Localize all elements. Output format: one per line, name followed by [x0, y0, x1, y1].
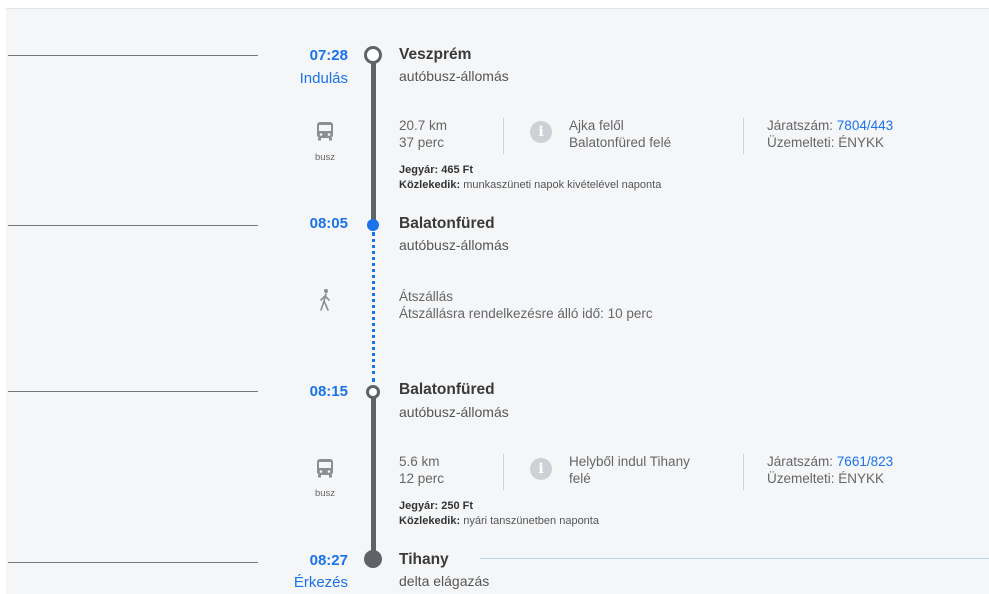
transfer-title: Átszállás — [399, 289, 454, 304]
leg-duration: 37 perc — [399, 135, 445, 150]
route-number-link[interactable]: 7661/823 — [837, 454, 893, 469]
direction-to: Balatonfüred felé — [569, 135, 672, 150]
route-info: Járatszám: 7661/823 — [767, 454, 894, 469]
direction-to: felé — [569, 471, 591, 486]
walk-icon — [320, 289, 330, 311]
stop-name[interactable]: Tihany — [399, 551, 449, 569]
bus-route-line — [371, 62, 376, 224]
departure-time: 08:15 — [309, 383, 348, 400]
service-info: Közlekedik: nyári tanszünetben naponta — [399, 515, 599, 527]
stop-node-transfer — [367, 219, 379, 231]
stop-node-arrival — [364, 550, 382, 568]
direction-from: Ajka felől — [569, 118, 624, 133]
info-icon[interactable]: i — [530, 458, 552, 480]
stop-name[interactable]: Balatonfüred — [399, 215, 495, 233]
divider — [503, 454, 504, 490]
mode-label: busz — [314, 152, 336, 163]
arrival-label: Érkezés — [293, 574, 348, 591]
journey-panel — [6, 8, 989, 594]
stop-node-transfer — [366, 385, 380, 399]
stop-node-departure — [364, 46, 382, 64]
stop-subtitle: delta elágazás — [399, 573, 490, 589]
walk-transfer-line — [372, 232, 375, 382]
departure-time: 07:28 — [309, 47, 348, 64]
operator: Üzemelteti: ÉNYKK — [767, 135, 885, 150]
transfer-detail: Átszállásra rendelkezésre álló idő: 10 p… — [399, 306, 653, 321]
divider — [743, 118, 744, 154]
separator-line — [8, 562, 258, 563]
fare-info: Jegyár: 465 Ft — [399, 164, 473, 176]
arrival-time: 08:05 — [309, 215, 348, 232]
divider — [503, 118, 504, 154]
stop-name[interactable]: Balatonfüred — [399, 381, 495, 399]
stop-subtitle: autóbusz-állomás — [399, 68, 509, 84]
departure-label: Indulás — [299, 70, 348, 87]
separator-line — [8, 55, 258, 56]
direction-from: Helyből indul Tihany — [569, 454, 690, 469]
separator-line — [8, 225, 258, 226]
mode-label: busz — [314, 488, 336, 499]
separator-line — [8, 391, 258, 392]
leg-duration: 12 perc — [399, 471, 445, 486]
bus-icon — [317, 459, 333, 478]
stop-subtitle: autóbusz-állomás — [399, 237, 509, 253]
bus-icon — [317, 122, 333, 141]
bus-route-line — [371, 398, 376, 558]
leg-distance: 20.7 km — [399, 118, 448, 133]
fare-info: Jegyár: 250 Ft — [399, 500, 473, 512]
arrival-time: 08:27 — [309, 552, 348, 569]
stop-subtitle: autóbusz-állomás — [399, 404, 509, 420]
separator-line — [480, 558, 989, 559]
info-icon[interactable]: i — [530, 121, 552, 143]
operator: Üzemelteti: ÉNYKK — [767, 471, 885, 486]
leg-distance: 5.6 km — [399, 454, 440, 469]
route-number-link[interactable]: 7804/443 — [837, 118, 893, 133]
stop-name[interactable]: Veszprém — [399, 46, 471, 64]
route-info: Járatszám: 7804/443 — [767, 118, 894, 133]
service-info: Közlekedik: munkaszüneti napok kivételév… — [399, 179, 662, 191]
divider — [743, 454, 744, 490]
